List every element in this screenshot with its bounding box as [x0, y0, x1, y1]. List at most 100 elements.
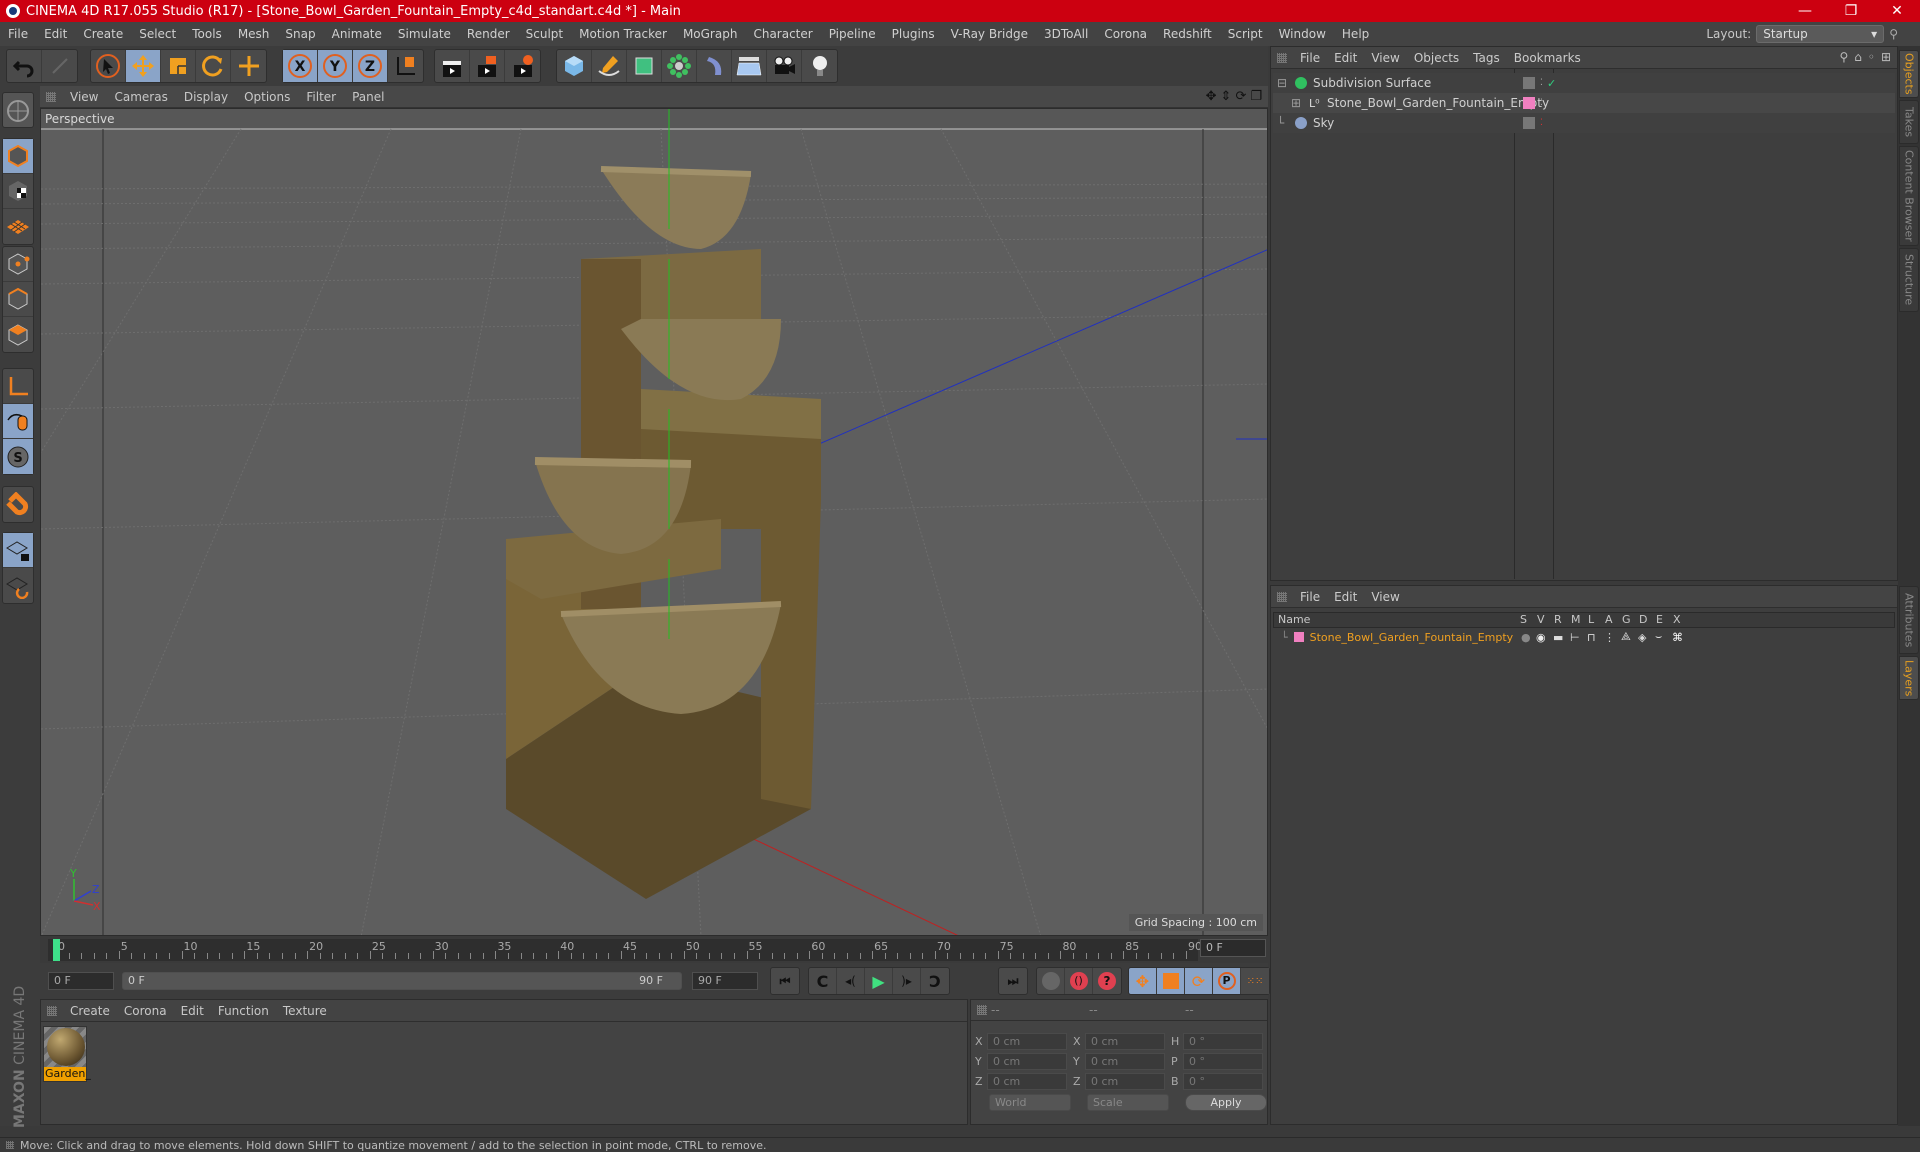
- generator-toggle-icon[interactable]: ⟁: [1621, 630, 1631, 644]
- tab-attributes[interactable]: Attributes: [1899, 586, 1919, 654]
- snap-button[interactable]: [3, 487, 33, 522]
- tweak-mode-button[interactable]: [3, 404, 33, 439]
- menu-plugins[interactable]: Plugins: [884, 27, 943, 41]
- rotate-tool-button[interactable]: [196, 50, 231, 82]
- scale-tool-button[interactable]: [161, 50, 196, 82]
- dolly-icon[interactable]: ⇕: [1221, 89, 1232, 104]
- start-frame-field[interactable]: 0 F: [48, 972, 114, 990]
- restore-button[interactable]: ❐: [1828, 0, 1874, 22]
- tab-structure[interactable]: Structure: [1899, 248, 1919, 312]
- material-menu-texture[interactable]: Texture: [276, 1004, 334, 1018]
- polygons-mode-button[interactable]: [3, 317, 33, 352]
- col-solo[interactable]: S: [1520, 613, 1527, 626]
- material-name[interactable]: Garden_: [44, 1067, 91, 1081]
- cloner-button[interactable]: [662, 50, 697, 82]
- object-name[interactable]: Subdivision Surface: [1313, 76, 1431, 90]
- pen-button[interactable]: [592, 50, 627, 82]
- subdivision-button[interactable]: [627, 50, 662, 82]
- previous-key-button[interactable]: C: [809, 968, 837, 994]
- deformer-button[interactable]: [697, 50, 732, 82]
- om-menu-edit[interactable]: Edit: [1327, 51, 1364, 65]
- col-name[interactable]: Name: [1278, 613, 1310, 626]
- pos-x-field[interactable]: 0 cm: [987, 1033, 1067, 1050]
- cube-button[interactable]: [557, 50, 592, 82]
- key-position-button[interactable]: ✥: [1129, 968, 1157, 994]
- col-render[interactable]: R: [1554, 613, 1562, 626]
- y-axis-button[interactable]: Y: [318, 50, 353, 82]
- points-mode-button[interactable]: [3, 247, 33, 282]
- last-tool-button[interactable]: [231, 50, 266, 82]
- menu-snap[interactable]: Snap: [277, 27, 323, 41]
- model-mode-button[interactable]: [3, 139, 33, 174]
- col-manager[interactable]: M: [1571, 613, 1581, 626]
- texture-mode-button[interactable]: [3, 174, 33, 209]
- size-z-field[interactable]: 0 cm: [1085, 1073, 1165, 1090]
- panel-grip-icon[interactable]: [1277, 52, 1287, 63]
- render-toggle-icon[interactable]: ▬: [1553, 631, 1563, 644]
- om-menu-objects[interactable]: Objects: [1407, 51, 1466, 65]
- rot-b-field[interactable]: 0 °: [1183, 1073, 1263, 1090]
- playhead[interactable]: [53, 939, 60, 961]
- close-button[interactable]: ✕: [1874, 0, 1920, 22]
- menu-help[interactable]: Help: [1334, 27, 1377, 41]
- deformer-toggle-icon[interactable]: ◈: [1638, 631, 1646, 644]
- size-y-field[interactable]: 0 cm: [1085, 1053, 1165, 1070]
- animation-toggle-icon[interactable]: ⋮: [1604, 631, 1615, 644]
- menu-redshift[interactable]: Redshift: [1155, 27, 1220, 41]
- menu-create[interactable]: Create: [75, 27, 131, 41]
- previous-frame-button[interactable]: ◂(: [837, 968, 865, 994]
- expand-icon[interactable]: ⊞: [1291, 96, 1303, 110]
- lm-menu-view[interactable]: View: [1364, 590, 1406, 604]
- view-toggle-icon[interactable]: ◉: [1536, 631, 1546, 644]
- next-frame-button[interactable]: )▸: [893, 968, 921, 994]
- object-row-sky[interactable]: └ Sky ⁚: [1273, 113, 1895, 133]
- menu-sculpt[interactable]: Sculpt: [518, 27, 571, 41]
- layer-color-swatch[interactable]: [1523, 97, 1535, 109]
- autokey-button[interactable]: (): [1065, 968, 1093, 994]
- viewport-menu-filter[interactable]: Filter: [298, 90, 344, 104]
- current-frame-field[interactable]: 0 F: [1200, 939, 1266, 957]
- lm-menu-file[interactable]: File: [1293, 590, 1327, 604]
- menu-mograph[interactable]: MoGraph: [675, 27, 746, 41]
- move-tool-button[interactable]: [126, 50, 161, 82]
- new-panel-icon[interactable]: ⊞: [1881, 50, 1891, 64]
- expression-toggle-icon[interactable]: ⌣: [1655, 630, 1662, 644]
- material-menu-edit[interactable]: Edit: [174, 1004, 211, 1018]
- panel-grip-icon[interactable]: [47, 1005, 57, 1016]
- layer-name[interactable]: Stone_Bowl_Garden_Fountain_Empty: [1310, 631, 1514, 644]
- make-editable-button[interactable]: [2, 92, 34, 128]
- maximize-view-icon[interactable]: ❐: [1250, 89, 1262, 104]
- manager-toggle-icon[interactable]: ⊢: [1570, 631, 1580, 644]
- xref-toggle-icon[interactable]: ⌘: [1672, 631, 1683, 644]
- edges-mode-button[interactable]: [3, 282, 33, 317]
- menu-tools[interactable]: Tools: [184, 27, 230, 41]
- visibility-icon[interactable]: ◦: [1868, 50, 1875, 64]
- menu-script[interactable]: Script: [1220, 27, 1271, 41]
- orbit-icon[interactable]: ⟳: [1235, 89, 1246, 104]
- pan-icon[interactable]: ✥: [1206, 89, 1217, 104]
- col-generators[interactable]: G: [1622, 613, 1631, 626]
- tab-takes[interactable]: Takes: [1899, 100, 1919, 144]
- menu-pipeline[interactable]: Pipeline: [821, 27, 884, 41]
- col-animation[interactable]: A: [1605, 613, 1613, 626]
- key-pla-button[interactable]: ⁙⁙: [1241, 968, 1269, 994]
- visibility-dots-icon[interactable]: ⁚: [1540, 118, 1543, 128]
- tab-layers[interactable]: Layers: [1899, 656, 1919, 700]
- render-settings-button[interactable]: [505, 50, 540, 82]
- lock-toggle-icon[interactable]: ⊓: [1587, 631, 1596, 644]
- menu-mesh[interactable]: Mesh: [230, 27, 278, 41]
- undo-button[interactable]: [7, 50, 42, 82]
- rot-p-field[interactable]: 0 °: [1183, 1053, 1263, 1070]
- search-icon[interactable]: ⚲: [1839, 50, 1848, 64]
- workplane-button[interactable]: [3, 209, 33, 244]
- col-deformers[interactable]: D: [1639, 613, 1647, 626]
- render-view-button[interactable]: [435, 50, 470, 82]
- layout-select[interactable]: Startup: [1756, 25, 1885, 43]
- floor-button[interactable]: [732, 50, 767, 82]
- menu-window[interactable]: Window: [1271, 27, 1334, 41]
- redo-button[interactable]: [42, 50, 77, 82]
- col-expressions[interactable]: E: [1656, 613, 1663, 626]
- menu-animate[interactable]: Animate: [324, 27, 390, 41]
- workplane-rotate-button[interactable]: [3, 568, 33, 603]
- menu-3dtoall[interactable]: 3DToAll: [1036, 27, 1096, 41]
